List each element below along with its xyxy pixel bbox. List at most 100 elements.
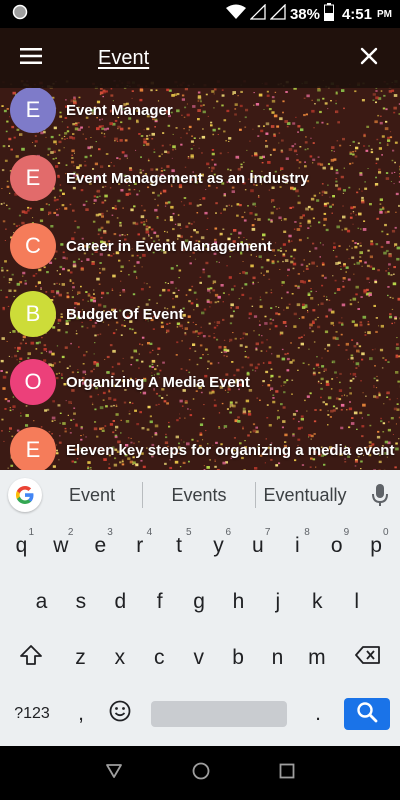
- battery-icon: [323, 3, 334, 25]
- key-b[interactable]: b: [219, 636, 258, 680]
- notification-dot-icon: [12, 4, 28, 25]
- item-title: Organizing A Media Event: [66, 373, 250, 391]
- home-icon[interactable]: [192, 762, 210, 785]
- menu-button[interactable]: [0, 28, 62, 88]
- close-button[interactable]: [338, 28, 400, 88]
- backspace-icon: [355, 646, 381, 670]
- mic-icon[interactable]: [372, 483, 388, 512]
- backspace-key[interactable]: [344, 636, 392, 680]
- key-label: e: [94, 534, 107, 557]
- wifi-icon: [225, 4, 246, 24]
- key-hint: 6: [225, 527, 231, 538]
- list-item[interactable]: E Eleven key steps for organizing a media…: [0, 420, 400, 470]
- navigation-bar: [0, 746, 400, 800]
- key-j[interactable]: j: [258, 580, 297, 624]
- shift-icon: [19, 644, 43, 672]
- list-item[interactable]: E Event Manager: [0, 88, 400, 140]
- key-u[interactable]: u7: [238, 524, 277, 568]
- key-row-1: q1w2e3r4t5y6u7i8o9p0: [0, 524, 400, 576]
- key-m[interactable]: m: [297, 636, 336, 680]
- key-l[interactable]: l: [337, 580, 376, 624]
- period-key[interactable]: .: [298, 692, 338, 736]
- key-n[interactable]: n: [258, 636, 297, 680]
- key-hint: 8: [304, 527, 310, 538]
- key-z[interactable]: z: [61, 636, 100, 680]
- comma-key[interactable]: ,: [62, 692, 100, 736]
- list-item[interactable]: C Career in Event Management: [0, 216, 400, 276]
- key-label: y: [213, 534, 224, 557]
- item-avatar: B: [10, 291, 56, 337]
- search-icon: [356, 701, 378, 728]
- key-label: w: [53, 534, 69, 557]
- key-label: u: [252, 534, 264, 557]
- google-icon[interactable]: [8, 478, 42, 512]
- key-row-2: asdfghjkl: [0, 580, 400, 632]
- app-bar: Event: [0, 28, 400, 88]
- clock-ampm: PM: [377, 8, 392, 20]
- key-hint: 9: [343, 527, 350, 538]
- item-title: Event Manager: [66, 101, 173, 119]
- key-hint: 7: [264, 527, 271, 538]
- status-bar: 38% 4:51 PM: [0, 0, 400, 28]
- shift-key[interactable]: [8, 636, 54, 680]
- item-avatar: E: [10, 88, 56, 133]
- keyboard: Event Events Eventually q1w2e3r4t5y6u7i8…: [0, 470, 400, 746]
- item-title: Event Management as an Industry: [66, 169, 309, 187]
- key-c[interactable]: c: [140, 636, 179, 680]
- key-label: r: [136, 534, 144, 557]
- recents-icon[interactable]: [279, 763, 295, 784]
- item-avatar: O: [10, 359, 56, 405]
- list-item[interactable]: B Budget Of Event: [0, 284, 400, 344]
- key-t[interactable]: t5: [160, 524, 199, 568]
- list-item[interactable]: O Organizing A Media Event: [0, 352, 400, 412]
- key-a[interactable]: a: [22, 580, 61, 624]
- space-key[interactable]: [151, 701, 287, 727]
- clock: 4:51: [341, 5, 372, 23]
- key-label: q: [15, 534, 28, 557]
- item-title: Career in Event Management: [66, 237, 272, 255]
- key-e[interactable]: e3: [81, 524, 120, 568]
- screen: 38% 4:51 PM Event E Event Manager E Event M…: [0, 0, 400, 800]
- item-title: Budget Of Event: [66, 305, 184, 323]
- key-d[interactable]: d: [101, 580, 140, 624]
- suggestion-bar: Event Events Eventually: [0, 470, 400, 520]
- item-avatar: E: [10, 155, 56, 201]
- item-title: Eleven key steps for organizing a media …: [66, 441, 395, 459]
- signal-icon: [249, 3, 266, 24]
- close-icon: [360, 47, 378, 70]
- key-k[interactable]: k: [298, 580, 337, 624]
- key-label: i: [294, 534, 300, 557]
- key-hint: 1: [28, 527, 34, 538]
- key-w[interactable]: w2: [41, 524, 80, 568]
- key-hint: 4: [146, 527, 153, 538]
- key-hint: 3: [107, 527, 113, 538]
- item-avatar: C: [10, 223, 56, 269]
- key-r[interactable]: r4: [120, 524, 159, 568]
- key-o[interactable]: o9: [317, 524, 356, 568]
- key-label: o: [330, 534, 343, 557]
- key-h[interactable]: h: [219, 580, 258, 624]
- search-key[interactable]: [344, 698, 390, 730]
- key-v[interactable]: v: [179, 636, 218, 680]
- key-i[interactable]: i8: [278, 524, 317, 568]
- key-hint: 2: [67, 527, 74, 538]
- key-label: p: [370, 534, 382, 557]
- key-hint: 0: [383, 527, 389, 538]
- result-list: E Event Manager E Event Management as an In…: [0, 88, 400, 470]
- key-x[interactable]: x: [100, 636, 139, 680]
- suggestion-3[interactable]: Eventually: [256, 485, 354, 506]
- key-s[interactable]: s: [61, 580, 100, 624]
- back-icon[interactable]: [105, 763, 123, 784]
- key-f[interactable]: f: [140, 580, 179, 624]
- key-q[interactable]: q1: [2, 524, 41, 568]
- search-input[interactable]: Event: [98, 47, 149, 70]
- key-p[interactable]: p0: [357, 524, 396, 568]
- key-g[interactable]: g: [180, 580, 219, 624]
- list-item[interactable]: E Event Management as an Industry: [0, 148, 400, 208]
- symbols-key[interactable]: ?123: [6, 692, 58, 736]
- suggestion-2[interactable]: Events: [143, 485, 255, 506]
- emoji-key[interactable]: [100, 692, 140, 736]
- suggestion-1[interactable]: Event: [42, 485, 142, 506]
- key-y[interactable]: y6: [199, 524, 238, 568]
- key-row-3: zxcvbnm: [0, 636, 400, 688]
